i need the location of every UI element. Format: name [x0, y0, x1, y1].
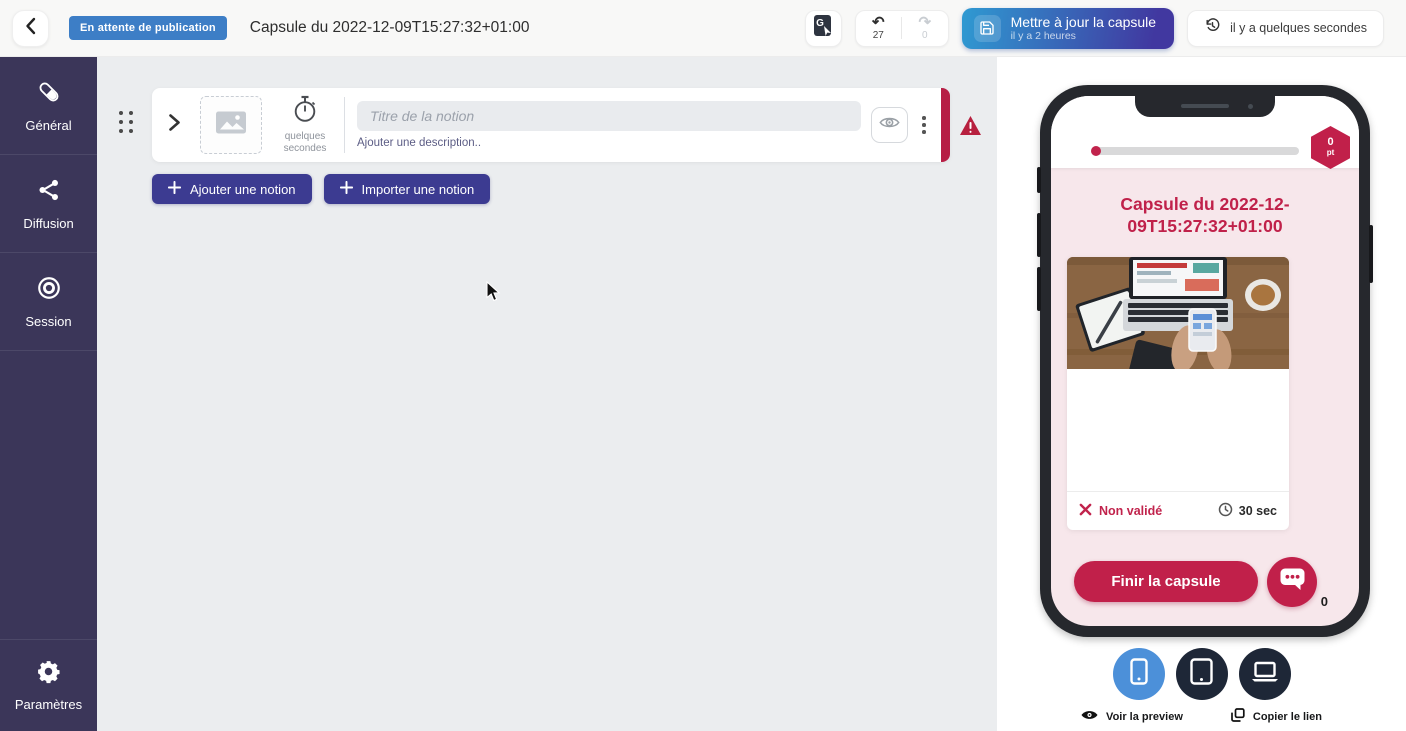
card-status-label: Non validé	[1099, 504, 1162, 518]
device-selector	[997, 648, 1406, 700]
gear-icon	[36, 659, 61, 689]
sidebar-item-general[interactable]: Général	[0, 57, 97, 155]
copy-icon	[1231, 708, 1245, 725]
chat-bubble-icon	[1279, 566, 1306, 597]
comments-button[interactable]	[1267, 557, 1317, 607]
view-preview-label: Voir la preview	[1106, 711, 1183, 723]
card-duration-label: 30 sec	[1239, 504, 1277, 518]
capsule-pill-icon	[36, 79, 62, 110]
device-phone-button[interactable]	[1113, 648, 1165, 700]
add-notion-button[interactable]: Ajouter une notion	[152, 174, 312, 204]
import-notion-label: Importer une notion	[362, 182, 475, 197]
sidebar-item-parametres[interactable]: Paramètres	[0, 639, 97, 731]
page-title: Capsule du 2022-12-09T15:27:32+01:00	[250, 19, 530, 37]
translate-icon: G	[811, 13, 835, 44]
eye-filled-icon	[1081, 709, 1098, 724]
notion-menu-button[interactable]	[916, 116, 932, 134]
preview-notion-button[interactable]	[871, 107, 908, 143]
warning-icon	[959, 115, 982, 141]
comments-count: 0	[1321, 594, 1328, 609]
record-icon	[36, 275, 62, 306]
sidebar-item-label: Session	[25, 314, 71, 329]
progress-indicator	[1091, 146, 1101, 156]
notion-cover-image	[1067, 257, 1289, 369]
notion-duration-label: quelques secondes	[276, 131, 334, 155]
invalid-indicator-bar	[941, 88, 950, 162]
history-icon	[1204, 17, 1221, 39]
image-placeholder-icon	[215, 110, 247, 140]
undo-count: 27	[873, 31, 884, 41]
notion-duration: quelques secondes	[272, 95, 338, 155]
expand-notion-button[interactable]	[168, 113, 184, 137]
sidebar: Général Diffusion Session Paramètre	[0, 57, 97, 731]
share-icon	[36, 177, 62, 208]
main-editor-area: quelques secondes Ajouter une descriptio…	[97, 57, 997, 731]
copy-link-link[interactable]: Copier le lien	[1231, 708, 1322, 725]
plus-icon	[340, 181, 353, 197]
notion-preview-card[interactable]: Non validé 30 sec	[1067, 257, 1289, 530]
sidebar-item-session[interactable]: Session	[0, 253, 97, 351]
save-icon	[974, 15, 1001, 42]
redo-count: 0	[922, 31, 928, 41]
preview-capsule-title: Capsule du 2022-12-09T15:27:32+01:00	[1051, 193, 1359, 238]
notion-row: quelques secondes Ajouter une descriptio…	[152, 88, 950, 162]
chevron-right-icon	[168, 113, 181, 137]
redo-icon: ↷	[919, 15, 932, 30]
card-footer: Non validé 30 sec	[1067, 491, 1289, 530]
undo-icon: ↶	[872, 15, 885, 30]
translate-button[interactable]: G	[805, 10, 842, 47]
sidebar-item-label: Diffusion	[23, 216, 73, 231]
finish-capsule-button[interactable]: Finir la capsule	[1074, 561, 1258, 602]
phone-notch	[1135, 96, 1275, 117]
preview-links: Voir la preview Copier le lien	[997, 708, 1406, 725]
status-badge: En attente de publication	[69, 16, 227, 40]
undo-button[interactable]: ↶ 27	[856, 15, 902, 41]
view-preview-link[interactable]: Voir la preview	[1081, 709, 1183, 724]
sidebar-item-label: Général	[25, 118, 71, 133]
chevron-left-icon	[23, 17, 39, 40]
mouse-cursor-icon	[485, 281, 502, 308]
topbar: En attente de publication Capsule du 202…	[0, 0, 1406, 57]
clock-icon	[1218, 502, 1233, 520]
tablet-icon	[1189, 658, 1214, 690]
add-notion-label: Ajouter une notion	[190, 182, 296, 197]
back-button[interactable]	[12, 10, 49, 47]
preview-panel: 0 pt Capsule du 2022-12-09T15:27:32+01:0…	[997, 57, 1406, 731]
device-tablet-button[interactable]	[1176, 648, 1228, 700]
update-capsule-button[interactable]: Mettre à jour la capsule il y a 2 heures	[962, 8, 1175, 49]
plus-icon	[168, 181, 181, 197]
eye-icon	[879, 115, 900, 135]
last-saved-button[interactable]: il y a quelques secondes	[1187, 10, 1384, 47]
progress-bar	[1091, 147, 1299, 155]
phone-screen: 0 pt Capsule du 2022-12-09T15:27:32+01:0…	[1051, 96, 1359, 626]
update-button-label: Mettre à jour la capsule	[1011, 14, 1157, 30]
redo-button[interactable]: ↷ 0	[902, 15, 948, 41]
notion-media-placeholder[interactable]	[200, 96, 262, 154]
notion-title-input[interactable]	[357, 101, 861, 131]
import-notion-button[interactable]: Importer une notion	[324, 174, 491, 204]
phone-mockup: 0 pt Capsule du 2022-12-09T15:27:32+01:0…	[1040, 85, 1370, 637]
points-unit: pt	[1327, 148, 1335, 158]
card-body	[1067, 369, 1289, 491]
smartphone-icon	[1128, 658, 1150, 690]
x-icon	[1079, 503, 1092, 519]
laptop-icon	[1251, 661, 1279, 688]
svg-text:G: G	[816, 18, 824, 29]
drag-handle[interactable]	[119, 111, 133, 133]
sidebar-item-diffusion[interactable]: Diffusion	[0, 155, 97, 253]
add-description-link[interactable]: Ajouter une description..	[357, 137, 861, 149]
last-saved-label: il y a quelques secondes	[1230, 21, 1367, 35]
sidebar-item-label: Paramètres	[15, 697, 82, 712]
copy-link-label: Copier le lien	[1253, 711, 1322, 723]
undo-redo-group: ↶ 27 ↷ 0	[855, 10, 949, 47]
points-value: 0	[1327, 137, 1333, 148]
device-laptop-button[interactable]	[1239, 648, 1291, 700]
update-button-sublabel: il y a 2 heures	[1011, 30, 1076, 43]
stopwatch-icon	[292, 95, 318, 128]
